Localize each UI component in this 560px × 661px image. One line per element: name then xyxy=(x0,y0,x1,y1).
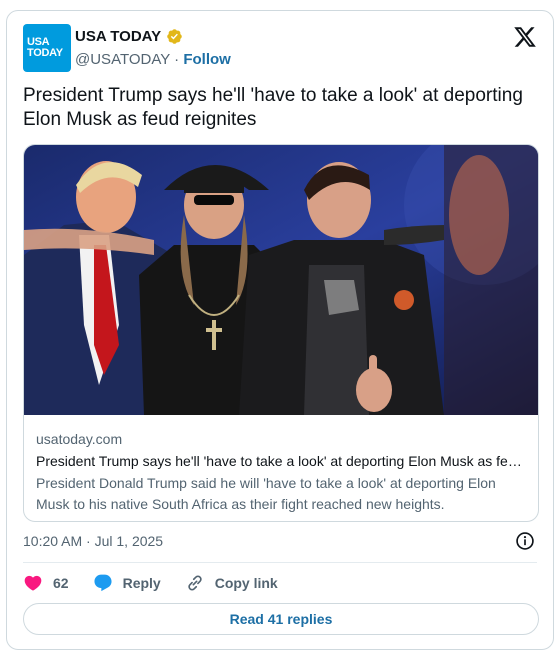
tweet-text: President Trump says he'll 'have to take… xyxy=(23,85,523,130)
heart-icon xyxy=(24,575,42,591)
follow-link[interactable]: Follow xyxy=(183,51,231,68)
reply-button[interactable]: Reply xyxy=(93,573,161,593)
tweet-timestamp[interactable]: 10:20 AM · Jul 1, 2025 xyxy=(23,533,163,549)
link-title: President Trump says he'll 'have to take… xyxy=(36,453,528,469)
article-photo xyxy=(24,145,538,415)
x-logo-icon[interactable] xyxy=(513,25,537,49)
author-name-row: USA TODAY xyxy=(75,28,183,45)
handle[interactable]: @USATODAY xyxy=(75,51,170,68)
read-replies-button[interactable]: Read 41 replies xyxy=(23,603,539,635)
divider xyxy=(23,562,537,563)
separator: · xyxy=(174,51,180,68)
copy-link-button[interactable]: Copy link xyxy=(185,573,278,593)
display-name[interactable]: USA TODAY xyxy=(75,28,161,45)
link-icon xyxy=(188,575,202,591)
link-domain: usatoday.com xyxy=(36,431,123,447)
link-preview-card[interactable]: usatoday.com President Trump says he'll … xyxy=(23,144,539,522)
verified-badge-icon xyxy=(167,29,182,44)
copy-link-label: Copy link xyxy=(214,575,278,591)
action-bar: 62 Reply Copy link xyxy=(23,571,302,595)
tweet-embed-card: USA TODAY USA TODAY @USATODAY · Follow P… xyxy=(6,10,554,650)
reply-bubble-icon xyxy=(94,574,112,592)
logo-line2: TODAY xyxy=(27,47,63,59)
reply-label: Reply xyxy=(122,575,161,591)
link-description: President Donald Trump said he will 'hav… xyxy=(36,475,496,512)
like-button[interactable]: 62 xyxy=(23,573,69,593)
handle-row: @USATODAY · Follow xyxy=(75,51,231,68)
link-meta: usatoday.com President Trump says he'll … xyxy=(36,430,528,515)
info-icon[interactable] xyxy=(515,531,535,551)
usa-today-logo[interactable]: USA TODAY xyxy=(23,24,71,72)
like-count: 62 xyxy=(53,575,69,591)
